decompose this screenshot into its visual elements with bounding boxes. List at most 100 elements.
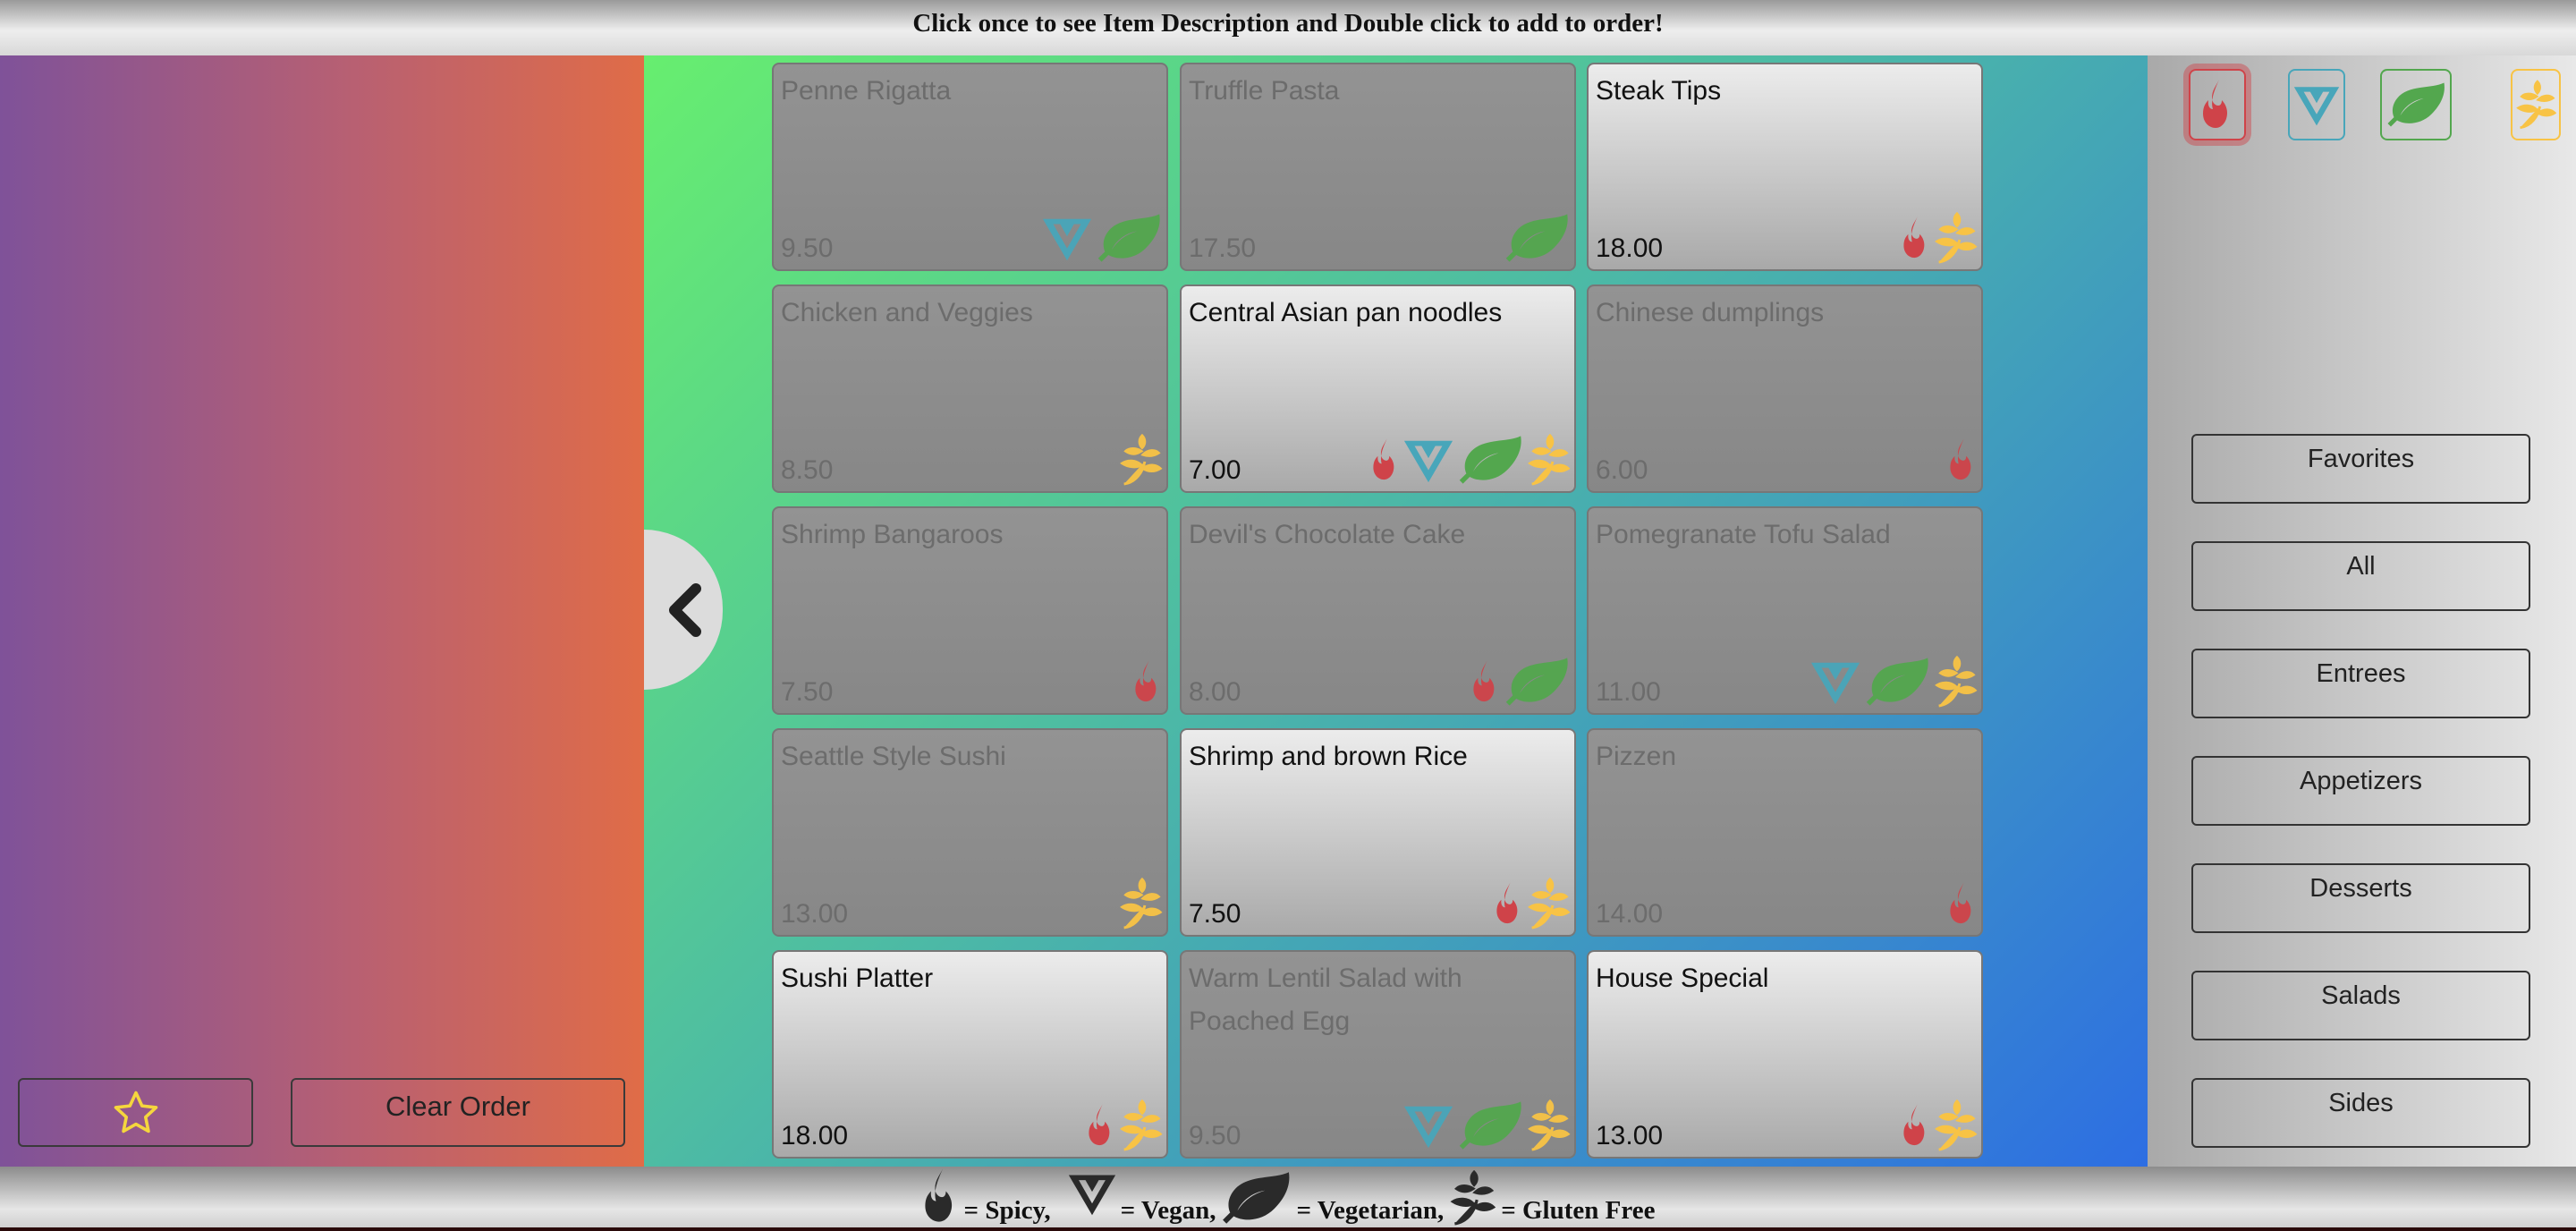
legend-vegetarian: = Vegetarian, [1296, 1196, 1445, 1225]
item-name: Pizzen [1596, 742, 1677, 771]
diet-icons [1118, 878, 1163, 930]
category-desserts[interactable]: Desserts [2191, 863, 2530, 933]
menu-item-card[interactable]: Sushi Platter 18.00 [772, 950, 1168, 1159]
legend-spicy: = Spicy, [963, 1196, 1051, 1225]
item-price: 13.00 [1596, 1121, 1664, 1150]
diet-icons [1809, 656, 1978, 708]
leaf-icon [1219, 1170, 1292, 1226]
chevron-left-icon [669, 582, 701, 637]
menu-item-card[interactable]: Shrimp and brown Rice 7.50 [1180, 728, 1576, 937]
star-icon [114, 1091, 157, 1133]
item-name: Penne Rigatta [781, 76, 952, 106]
item-price: 7.00 [1189, 455, 1241, 485]
wheat-icon [1933, 656, 1978, 708]
leaf-icon [1503, 212, 1571, 264]
flame-icon [1947, 878, 1978, 930]
item-price: 13.00 [781, 899, 849, 929]
menu-item-card[interactable]: Devil's Chocolate Cake 8.00 [1180, 506, 1576, 715]
item-name: Chicken and Veggies [781, 298, 1033, 327]
leaf-icon [2385, 78, 2447, 132]
menu-item-card[interactable]: Pomegranate Tofu Salad 11.00 [1587, 506, 1983, 715]
item-name: Warm Lentil Salad with Poached Egg [1189, 964, 1462, 1036]
flame-icon [1370, 434, 1401, 486]
filter-gluten-free[interactable] [2511, 69, 2561, 140]
diet-icons [1901, 1099, 1978, 1151]
item-price: 7.50 [781, 677, 834, 707]
diet-icons [1494, 878, 1571, 930]
menu-item-card[interactable]: Warm Lentil Salad with Poached Egg 9.50 [1180, 950, 1576, 1159]
item-name: Shrimp Bangaroos [781, 520, 1004, 549]
wheat-icon [1447, 1170, 1497, 1226]
leaf-icon [1456, 434, 1524, 486]
item-price: 7.50 [1189, 899, 1241, 929]
item-name: Seattle Style Sushi [781, 742, 1006, 771]
item-price: 9.50 [1189, 1121, 1241, 1150]
item-price: 17.50 [1189, 233, 1257, 263]
diet-icons [1402, 1099, 1571, 1151]
menu-item-card[interactable]: Chicken and Veggies 8.50 [772, 284, 1168, 493]
flame-icon [2193, 78, 2241, 132]
category-sides[interactable]: Sides [2191, 1078, 2530, 1148]
flame-icon [1947, 434, 1978, 486]
menu-grid: Penne Rigatta 9.50 Truffle Pasta 17.50 Steak… [644, 55, 2148, 1167]
filter-spicy[interactable] [2189, 69, 2246, 140]
item-name: House Special [1596, 964, 1769, 993]
item-name: Pomegranate Tofu Salad [1596, 520, 1891, 549]
diet-icons [1947, 878, 1978, 930]
flame-icon [1132, 656, 1163, 708]
diet-icons [1086, 1099, 1163, 1151]
clear-order-button[interactable]: Clear Order [291, 1078, 625, 1147]
back-button[interactable] [644, 530, 723, 690]
favorite-button[interactable] [18, 1078, 253, 1147]
wheat-icon [1526, 1099, 1571, 1151]
flame-icon [1901, 1099, 1931, 1151]
menu-item-card[interactable]: Pizzen 14.00 [1587, 728, 1983, 937]
filter-panel: Favorites All Entrees Appetizers Desserts Sal… [2148, 55, 2576, 1167]
menu-item-card[interactable]: Truffle Pasta 17.50 [1180, 63, 1576, 271]
menu-item-card[interactable]: Chinese dumplings 6.00 [1587, 284, 1983, 493]
category-favorites[interactable]: Favorites [2191, 434, 2530, 504]
flame-icon [1901, 212, 1931, 264]
category-salads[interactable]: Salads [2191, 971, 2530, 1040]
item-price: 8.50 [781, 455, 834, 485]
item-price: 18.00 [1596, 233, 1664, 263]
wheat-icon [1526, 434, 1571, 486]
diet-icons [1132, 656, 1163, 708]
menu-item-card[interactable]: Penne Rigatta 9.50 [772, 63, 1168, 271]
flame-icon [1494, 878, 1524, 930]
vegan-icon [2292, 78, 2341, 132]
menu-item-card[interactable]: Seattle Style Sushi 13.00 [772, 728, 1168, 937]
menu-item-card[interactable]: Steak Tips 18.00 [1587, 63, 1983, 271]
category-entrees[interactable]: Entrees [2191, 649, 2530, 718]
vegan-icon [1809, 656, 1861, 708]
category-appetizers[interactable]: Appetizers [2191, 756, 2530, 826]
leaf-icon [1456, 1099, 1524, 1151]
item-price: 6.00 [1596, 455, 1648, 485]
flame-icon [1086, 1099, 1116, 1151]
menu-item-card[interactable]: Shrimp Bangaroos 7.50 [772, 506, 1168, 715]
item-name: Truffle Pasta [1189, 76, 1340, 106]
item-price: 11.00 [1596, 677, 1661, 707]
diet-icons [1118, 434, 1163, 486]
wheat-icon [1118, 878, 1163, 930]
legend-vegan: = Vegan, [1120, 1196, 1216, 1225]
item-price: 8.00 [1189, 677, 1241, 707]
legend-gluten-free: = Gluten Free [1501, 1196, 1656, 1225]
wheat-icon [1933, 1099, 1978, 1151]
menu-item-card[interactable]: House Special 13.00 [1587, 950, 1983, 1159]
item-name: Shrimp and brown Rice [1189, 742, 1468, 771]
menu-item-card[interactable]: Central Asian pan noodles 7.00 [1180, 284, 1576, 493]
item-name: Chinese dumplings [1596, 298, 1825, 327]
item-name: Steak Tips [1596, 76, 1722, 106]
item-price: 14.00 [1596, 899, 1664, 929]
diet-icons [1470, 656, 1571, 708]
diet-icons [1901, 212, 1978, 264]
category-all[interactable]: All [2191, 541, 2530, 611]
item-name: Sushi Platter [781, 964, 934, 993]
filter-vegan[interactable] [2288, 69, 2345, 140]
wheat-icon [1933, 212, 1978, 264]
filter-vegetarian[interactable] [2380, 69, 2452, 140]
legend: = Spicy, = Vegan, = Vegetarian, = Gluten… [0, 1167, 2576, 1231]
vegan-icon [1067, 1168, 1117, 1218]
item-name: Central Asian pan noodles [1189, 298, 1503, 327]
